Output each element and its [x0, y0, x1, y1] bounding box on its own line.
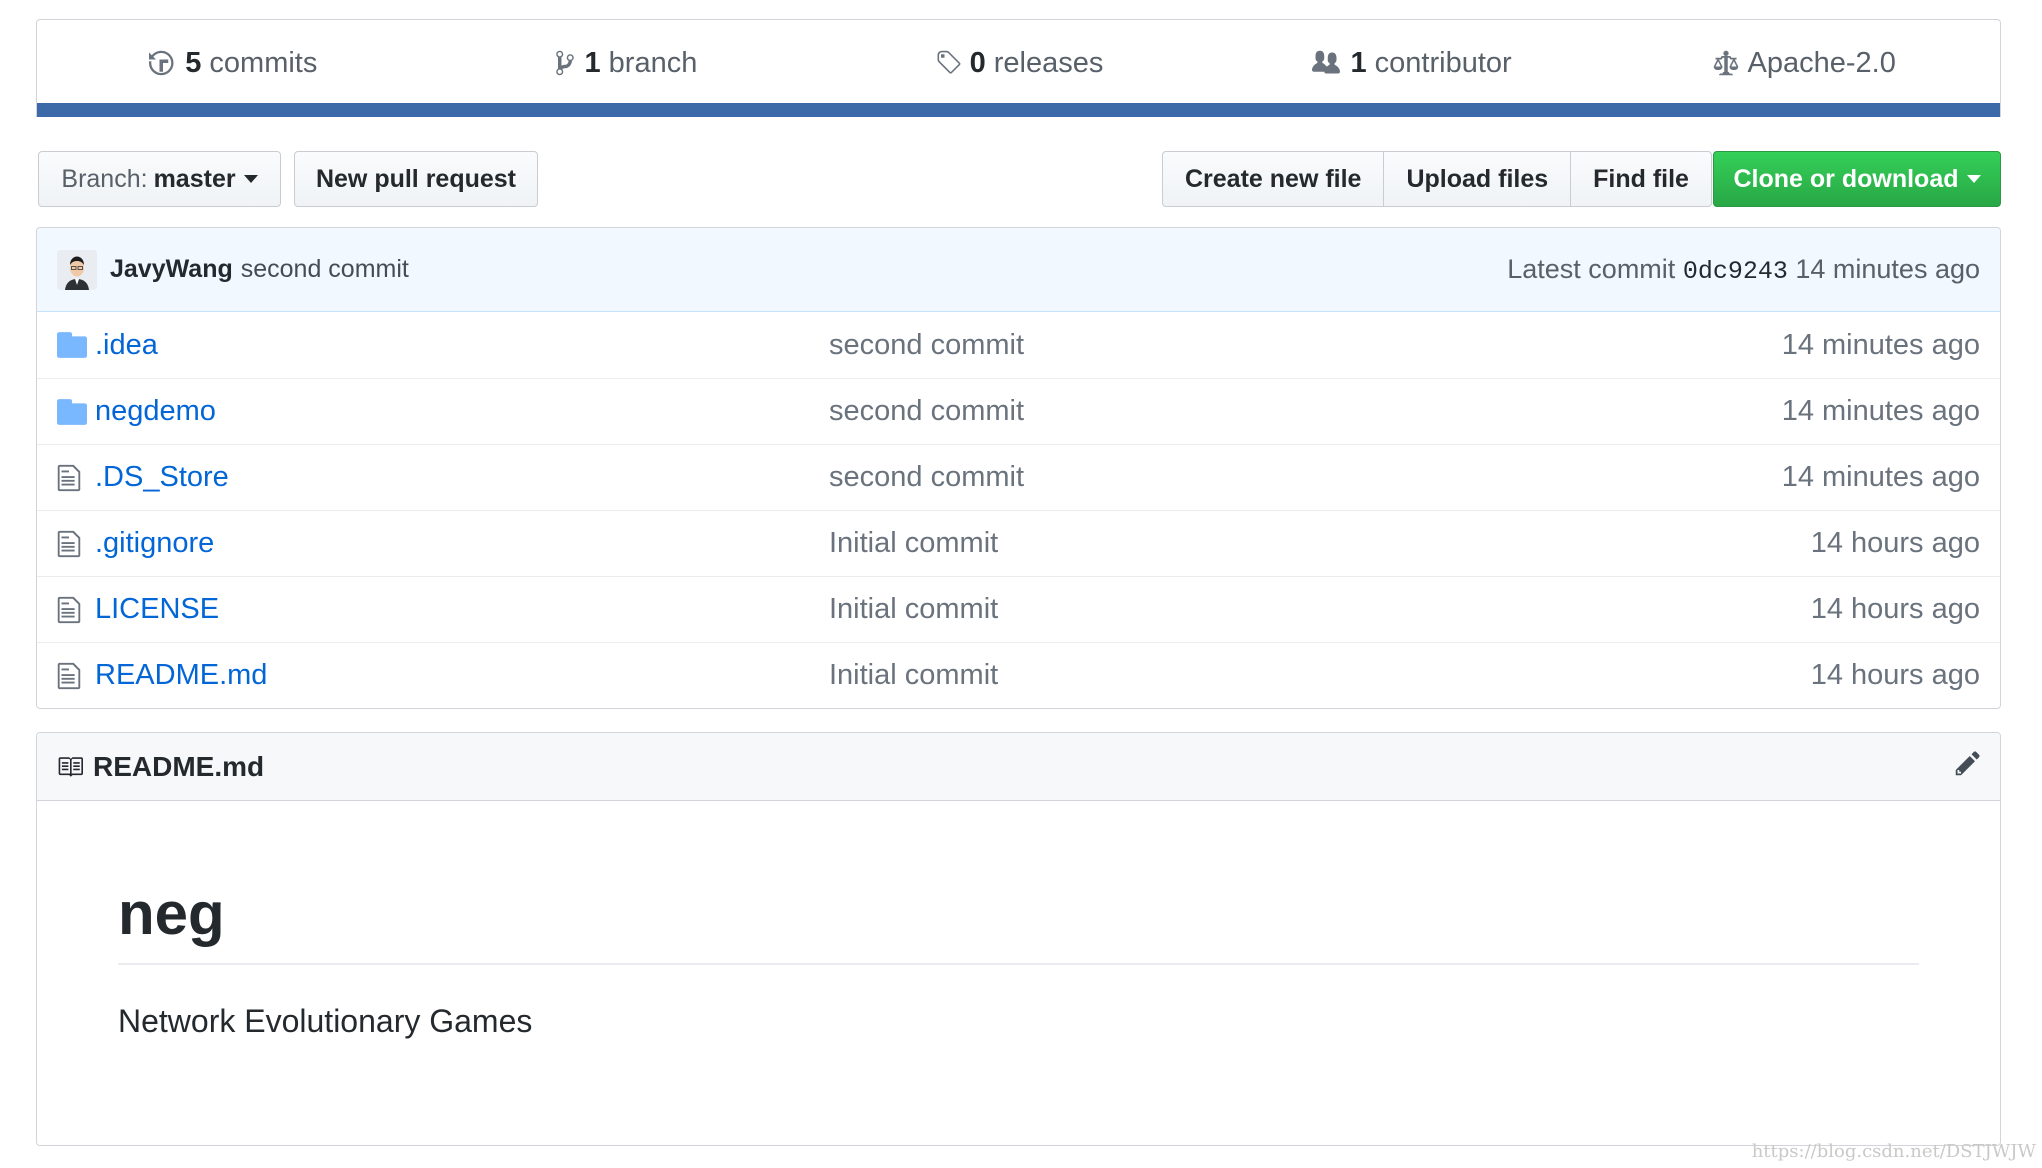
law-icon — [1712, 49, 1740, 77]
file-commit-message[interactable]: second commit — [829, 461, 1782, 494]
new-pull-request-button[interactable]: New pull request — [294, 151, 538, 207]
releases-label: releases — [993, 46, 1104, 79]
latest-commit-prefix: Latest commit — [1507, 253, 1676, 284]
branch-select-button[interactable]: Branch: master — [38, 151, 281, 207]
contributors-count: 1 — [1350, 46, 1367, 79]
clone-label: Clone or download — [1733, 164, 1959, 193]
file-commit-message[interactable]: Initial commit — [829, 659, 1811, 692]
readme-description: Network Evolutionary Games — [118, 1003, 533, 1039]
file-age: 14 hours ago — [1810, 659, 1980, 691]
file-commit-message[interactable]: Initial commit — [829, 527, 1811, 560]
file-age: 14 minutes ago — [1781, 328, 1980, 361]
file-name-link[interactable]: negdemo — [95, 395, 829, 428]
chevron-down-icon — [243, 175, 258, 183]
readme-body: neg Network Evolutionary Games — [37, 881, 2000, 1040]
folder-icon — [57, 398, 87, 425]
tag-icon — [934, 49, 962, 77]
branches-label: branch — [608, 46, 698, 79]
file-commit-message[interactable]: second commit — [829, 395, 1782, 428]
watermark: https://blog.csdn.net/DSTJWJW — [1751, 1141, 2036, 1162]
latest-commit-age: 14 minutes ago — [1795, 253, 1980, 284]
releases-link[interactable]: 0 releases — [822, 47, 1215, 80]
chevron-down-icon — [1966, 175, 1981, 183]
branch-name: master — [153, 164, 236, 193]
file-name-link[interactable]: .gitignore — [95, 527, 829, 560]
file-age: 14 hours ago — [1810, 527, 1980, 559]
git-branch-icon — [554, 49, 576, 77]
file-name-link[interactable]: .DS_Store — [95, 461, 829, 494]
branches-link[interactable]: 1 branch — [430, 47, 823, 80]
history-icon — [149, 49, 177, 77]
file-name-link[interactable]: README.md — [95, 659, 829, 692]
commit-sha-link[interactable]: 0dc9243 — [1683, 257, 1788, 286]
contributors-link[interactable]: 1 contributor — [1215, 47, 1608, 80]
license-label: Apache-2.0 — [1747, 46, 1896, 79]
readme-panel: README.md neg Network Evolutionary Games — [36, 732, 2001, 1146]
repo-summary: 5 commits 1 branch 0 releases 1 contribu… — [36, 19, 2001, 117]
license-link[interactable]: Apache-2.0 — [1607, 47, 2000, 80]
file-row: .DS_Store second commit 14 minutes ago — [37, 444, 2000, 510]
file-commit-message[interactable]: second commit — [829, 329, 1782, 362]
file-actions-group: Create new file Upload files Find file — [1162, 151, 1712, 207]
summary-items: 5 commits 1 branch 0 releases 1 contribu… — [37, 20, 2000, 106]
commit-message[interactable]: second commit — [241, 255, 409, 284]
people-icon — [1310, 49, 1342, 77]
book-icon — [55, 754, 85, 780]
avatar[interactable] — [57, 249, 97, 290]
commits-link[interactable]: 5 commits — [37, 47, 430, 80]
contributors-label: contributor — [1374, 46, 1512, 79]
commit-author[interactable]: JavyWang — [110, 255, 233, 284]
file-name-link[interactable]: LICENSE — [95, 593, 829, 626]
commits-count: 5 — [185, 46, 202, 79]
file-age: 14 minutes ago — [1781, 395, 1980, 427]
file-row: negdemo second commit 14 minutes ago — [37, 378, 2000, 444]
clone-or-download-button[interactable]: Clone or download — [1713, 151, 2001, 207]
file-row: LICENSE Initial commit 14 hours ago — [37, 576, 2000, 642]
file-icon — [57, 595, 87, 625]
file-age: 14 hours ago — [1810, 593, 1980, 625]
branch-prefix: Branch: — [61, 164, 148, 193]
file-row: .idea second commit 14 minutes ago — [37, 312, 2000, 378]
latest-commit-bar: JavyWang second commit Latest commit 0dc… — [37, 228, 2000, 312]
readme-filename: README.md — [93, 750, 265, 782]
file-name-link[interactable]: .idea — [95, 329, 829, 362]
file-list: JavyWang second commit Latest commit 0dc… — [36, 227, 2001, 709]
file-age: 14 minutes ago — [1781, 461, 1980, 493]
folder-icon — [57, 332, 87, 358]
create-new-file-button[interactable]: Create new file — [1162, 151, 1385, 207]
file-icon — [57, 661, 87, 691]
releases-count: 0 — [969, 46, 986, 79]
branches-count: 1 — [584, 46, 601, 79]
file-icon — [57, 463, 87, 493]
readme-title: neg — [118, 881, 1919, 965]
file-row: .gitignore Initial commit 14 hours ago — [37, 510, 2000, 576]
latest-commit-info: Latest commit 0dc9243 14 minutes ago — [1507, 254, 1980, 286]
commits-label: commits — [209, 46, 318, 79]
file-row: README.md Initial commit 14 hours ago — [37, 642, 2000, 708]
language-bar[interactable] — [37, 103, 2000, 117]
upload-files-button[interactable]: Upload files — [1383, 151, 1572, 207]
file-icon — [57, 529, 87, 559]
find-file-button[interactable]: Find file — [1570, 151, 1712, 207]
readme-header: README.md — [37, 733, 2000, 801]
pencil-icon[interactable] — [1954, 749, 1982, 784]
file-commit-message[interactable]: Initial commit — [829, 593, 1811, 626]
